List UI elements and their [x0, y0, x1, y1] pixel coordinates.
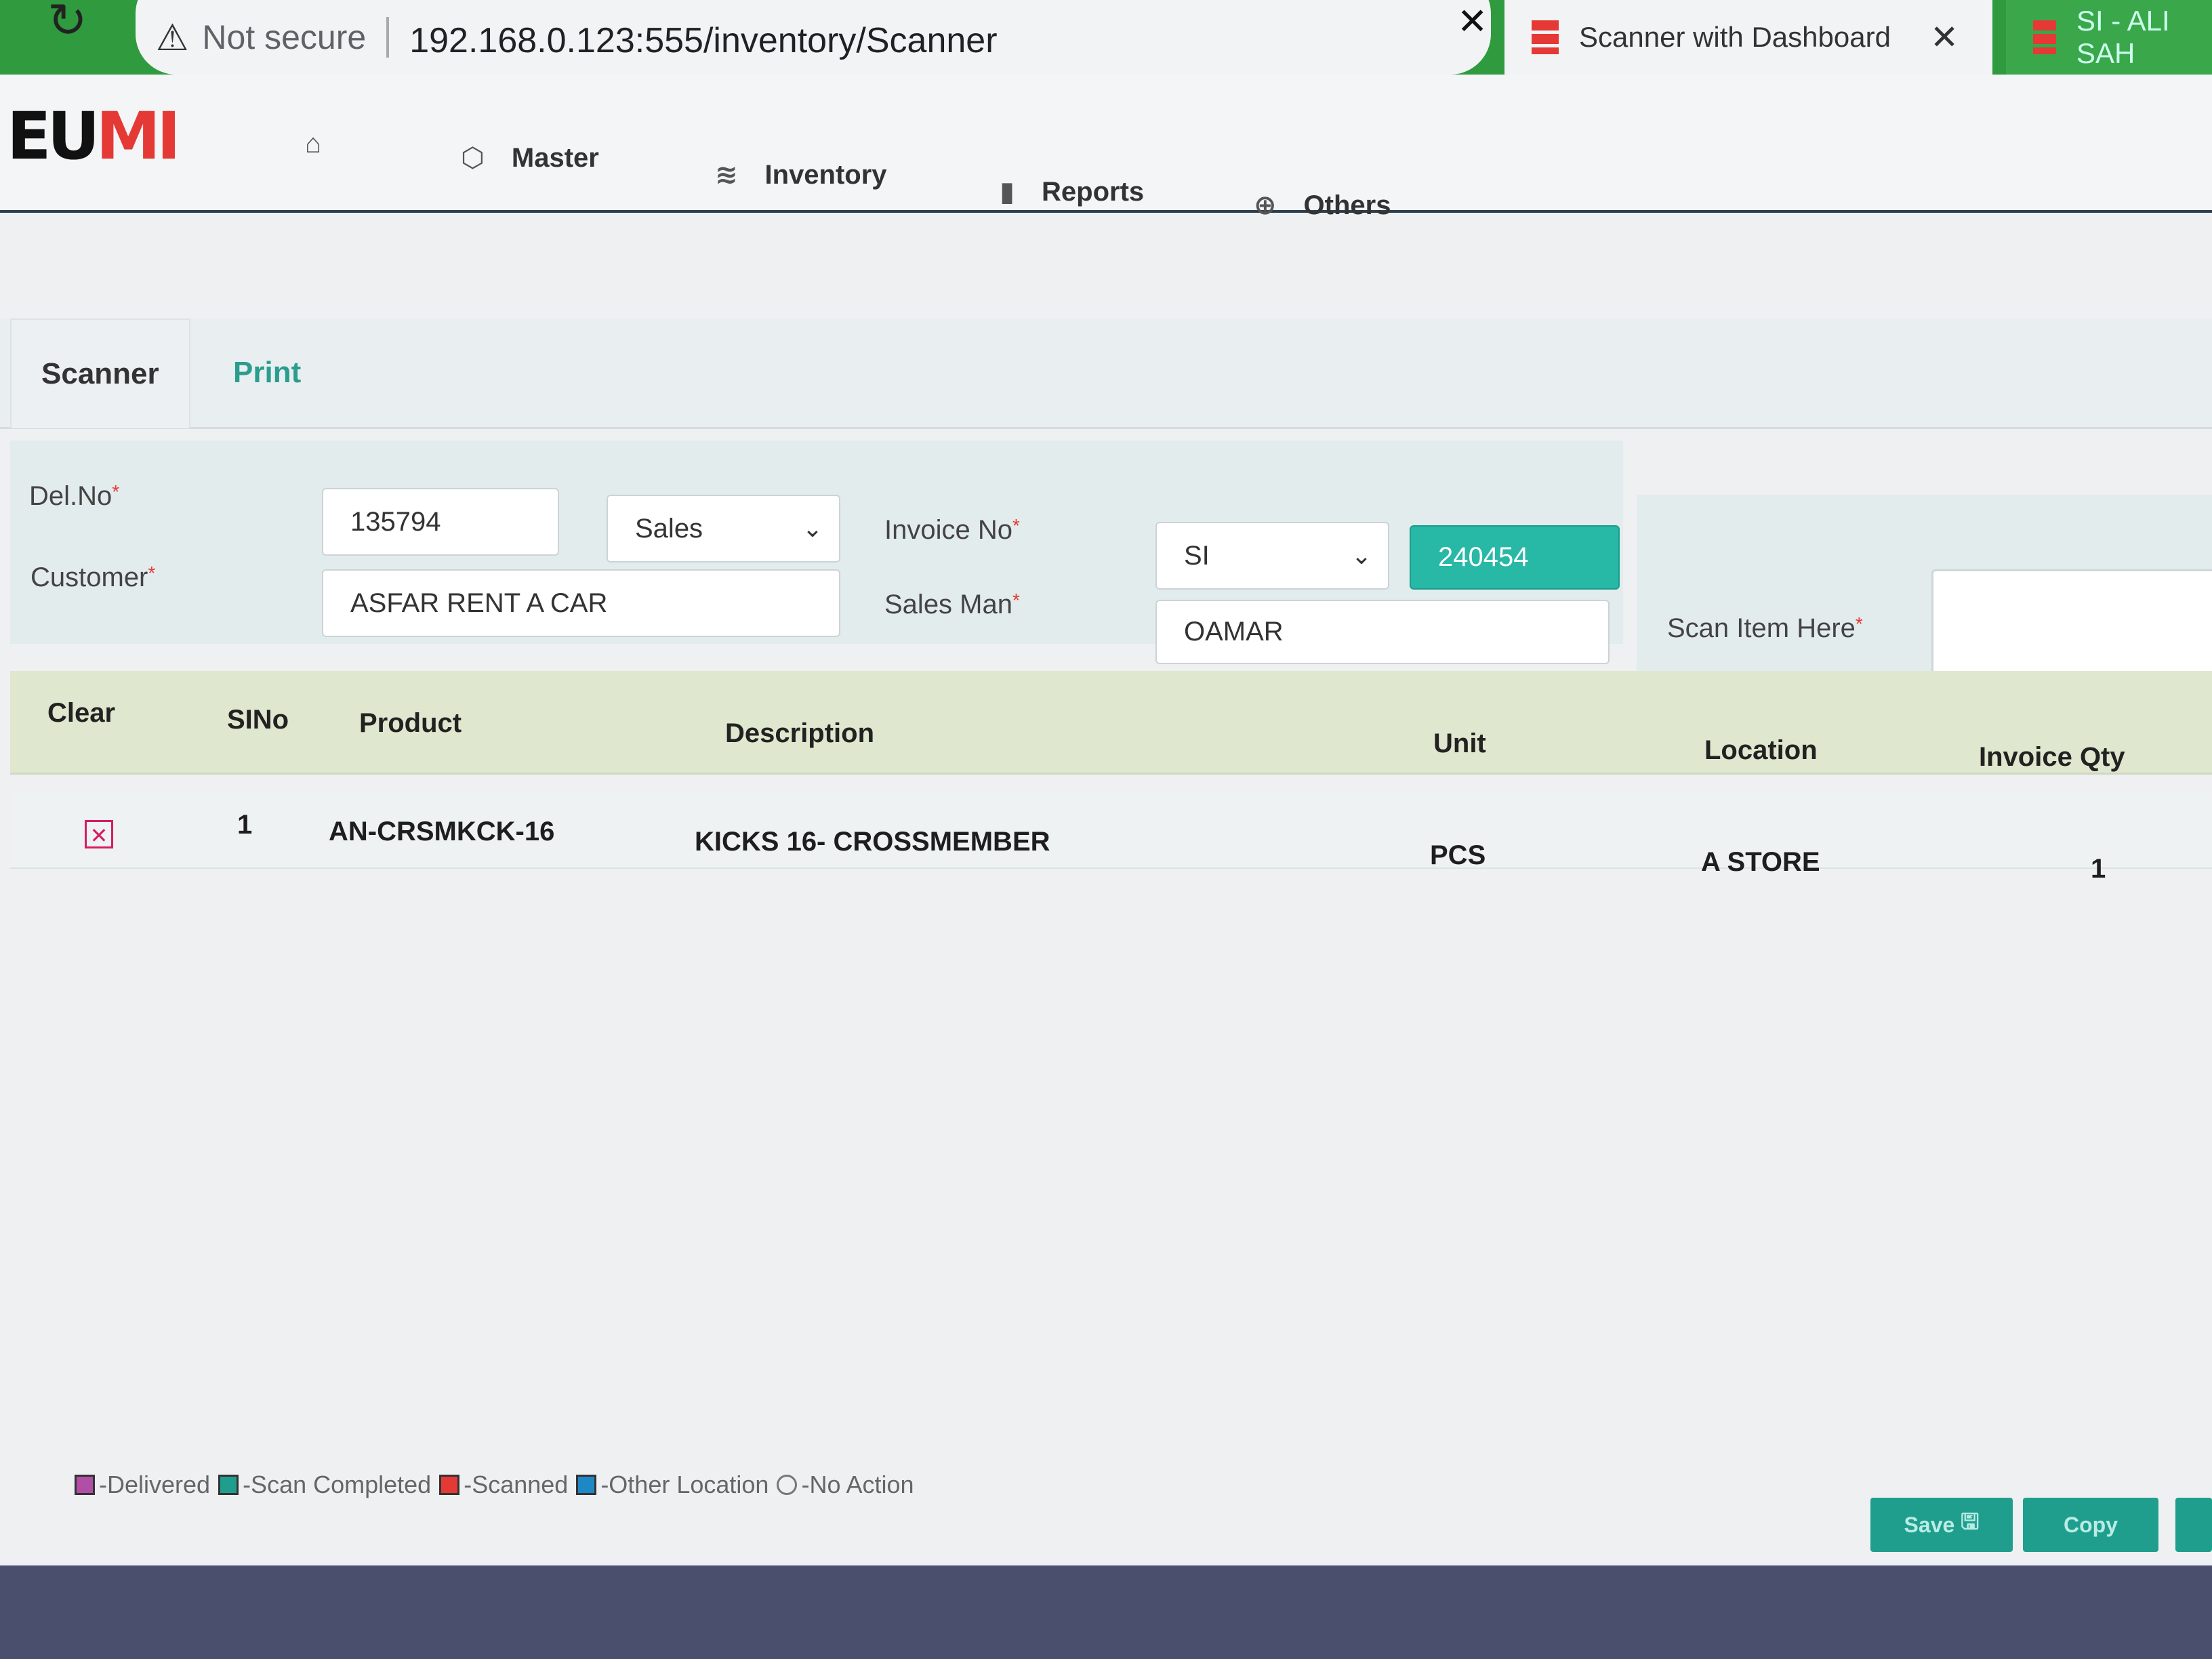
nav-label: Others [1303, 190, 1391, 220]
nav-home[interactable]: ⌂ [305, 129, 348, 159]
save-icon: 🖫 [1961, 1509, 1980, 1534]
salesman-field[interactable]: OAMAR [1155, 600, 1610, 664]
other-location-swatch [576, 1475, 597, 1495]
nav-label: Inventory [764, 159, 887, 190]
security-status[interactable]: Not secure [202, 18, 366, 57]
address-divider [386, 17, 390, 58]
invoice-no-label: Invoice No* [884, 515, 1020, 545]
legend-no-action: -No Action [777, 1471, 914, 1499]
cube-icon: ⬡ [461, 143, 485, 173]
cell-unit: PCS [1430, 840, 1486, 870]
nav-inventory[interactable]: ≋ Inventory [715, 159, 887, 190]
tab-title: SI - ALI SAH [2076, 5, 2170, 69]
url-text[interactable]: 192.168.0.123:555/inventory/Scanner [409, 20, 997, 61]
nav-label: Master [511, 142, 599, 173]
brand-logo[interactable]: EUMI [7, 98, 181, 174]
type-select[interactable]: Sales ⌄ [607, 495, 840, 562]
cell-sino: 1 [237, 810, 253, 840]
legend-other-location: -Other Location [576, 1471, 769, 1499]
browser-tab-scanner[interactable]: Scanner with Dashboard ✕ [1504, 0, 1992, 75]
del-no-field[interactable]: 135794 [322, 488, 559, 556]
bar-chart-icon: ▮ [1000, 177, 1015, 207]
cell-product: AN-CRSMKCK-16 [329, 817, 555, 846]
del-no-label: Del.No* [29, 481, 120, 511]
globe-icon: ⊕ [1254, 190, 1277, 220]
top-navbar: EUMI ⌂ ⬡ Master ≋ Inventory ▮ Reports ⊕ … [0, 75, 2212, 220]
legend-delivered: -Delivered [75, 1471, 210, 1499]
col-product[interactable]: Product [359, 708, 462, 739]
type-select-value: Sales [635, 513, 703, 544]
copy-button[interactable]: Copy [2023, 1498, 2158, 1552]
salesman-label: Sales Man* [884, 590, 1020, 619]
browser-tab-si[interactable]: SI - ALI SAH [2006, 0, 2212, 75]
nav-reports[interactable]: ▮ Reports [1000, 176, 1144, 207]
legend-scanned: -Scanned [439, 1471, 568, 1499]
cell-location: A STORE [1701, 847, 1820, 877]
nav-others[interactable]: ⊕ Others [1254, 190, 1391, 221]
col-clear[interactable]: Clear [47, 698, 115, 729]
page-tabs: Scanner Print [0, 319, 2212, 429]
invoice-prefix-value: SI [1184, 540, 1210, 571]
save-button[interactable]: Save 🖫 [1870, 1498, 2013, 1552]
address-bar[interactable]: ⚠ Not secure 192.168.0.123:555/inventory… [136, 0, 1491, 75]
table-header: Clear SINo Product Description Unit Loca… [10, 671, 2212, 775]
col-unit[interactable]: Unit [1433, 729, 1486, 759]
warning-icon: ⚠ [156, 17, 189, 58]
close-tab-icon[interactable]: ✕ [1457, 0, 1488, 43]
tab-scanner[interactable]: Scanner [10, 319, 190, 428]
scan-item-label: Scan Item Here* [1667, 613, 1863, 643]
col-invoice-qty[interactable]: Invoice Qty [1979, 742, 2125, 773]
nav-label: Reports [1042, 176, 1145, 207]
nav-master[interactable]: ⬡ Master [461, 142, 599, 173]
logo-text: EU [7, 98, 100, 174]
home-icon: ⌂ [305, 129, 322, 159]
delivered-swatch [75, 1475, 95, 1495]
col-description[interactable]: Description [725, 718, 874, 749]
legend-scan-completed: -Scan Completed [218, 1471, 431, 1499]
col-location[interactable]: Location [1704, 735, 1818, 766]
logo-text-accent: MI [96, 98, 181, 174]
col-sino[interactable]: SINo [227, 705, 289, 735]
customer-label: Customer* [30, 562, 156, 592]
tab-title: Scanner with Dashboard [1579, 21, 1891, 53]
status-legend: -Delivered -Scan Completed -Scanned -Oth… [75, 1471, 922, 1499]
no-action-swatch [777, 1475, 798, 1495]
invoice-prefix-select[interactable]: SI ⌄ [1155, 522, 1389, 590]
app-window: EUMI ⌂ ⬡ Master ≋ Inventory ▮ Reports ⊕ … [0, 75, 2212, 1565]
customer-field[interactable]: ASFAR RENT A CAR [322, 569, 840, 637]
table-row[interactable]: ✕ 1 AN-CRSMKCK-16 KICKS 16- CROSSMEMBER … [10, 793, 2212, 884]
save-label: Save [1904, 1512, 1955, 1537]
chevron-down-icon: ⌄ [1351, 541, 1372, 569]
more-button[interactable] [2175, 1498, 2212, 1552]
close-tab-icon[interactable]: ✕ [1930, 18, 1959, 57]
clear-row-icon[interactable]: ✕ [85, 820, 113, 848]
tab-favicon-icon [2033, 20, 2056, 54]
scanned-swatch [439, 1475, 460, 1495]
invoice-number-field[interactable]: 240454 [1410, 525, 1620, 590]
cell-invoice-qty: 1 [2091, 854, 2106, 884]
reload-icon[interactable]: ↻ [47, 0, 102, 54]
tab-favicon-icon [1532, 20, 1559, 54]
layers-icon: ≋ [715, 160, 738, 190]
scan-completed-swatch [218, 1475, 239, 1495]
chevron-down-icon: ⌄ [802, 514, 823, 542]
delivery-form: Del.No* 135794 Sales ⌄ Customer* ASFAR R… [10, 441, 1623, 664]
cell-description: KICKS 16- CROSSMEMBER [695, 827, 1050, 857]
tab-print[interactable]: Print [203, 319, 331, 427]
